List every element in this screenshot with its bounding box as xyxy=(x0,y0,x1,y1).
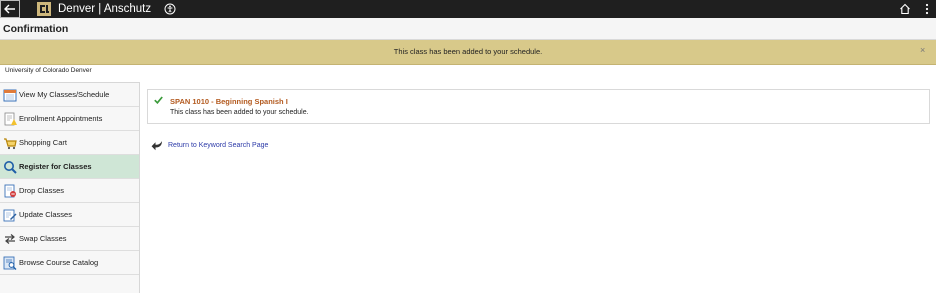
arrow-left-icon xyxy=(4,4,15,14)
sidebar-item-register-for-classes[interactable]: Register for Classes xyxy=(0,155,139,179)
banner-message: This class has been added to your schedu… xyxy=(393,47,543,56)
sidebar-item-label: Drop Classes xyxy=(19,186,65,195)
sidebar-item-browse-catalog[interactable]: Browse Course Catalog xyxy=(0,251,139,275)
sidebar-item-label: Enrollment Appointments xyxy=(19,114,103,123)
appointment-icon xyxy=(4,112,17,125)
confirmation-card: SPAN 1010 - Beginning Spanish I This cla… xyxy=(147,89,930,124)
drop-icon xyxy=(4,184,16,197)
catalog-icon xyxy=(3,256,17,270)
page-title: Confirmation xyxy=(3,23,69,35)
sidebar-item-shopping-cart[interactable]: Shopping Cart xyxy=(0,131,139,155)
search-icon xyxy=(4,160,17,174)
sidebar-item-label: Shopping Cart xyxy=(19,138,67,147)
sidebar: View My Classes/Schedule Enrollment Appo… xyxy=(0,82,140,293)
title-bar: Confirmation xyxy=(0,18,936,40)
cart-icon xyxy=(4,137,17,149)
course-status-message: This class has been added to your schedu… xyxy=(170,109,309,116)
edit-icon xyxy=(3,209,17,221)
sidebar-item-drop-classes[interactable]: Drop Classes xyxy=(0,179,139,203)
accessibility-icon[interactable] xyxy=(164,3,176,15)
confirmation-banner: This class has been added to your schedu… xyxy=(0,40,936,65)
sidebar-item-view-schedule[interactable]: View My Classes/Schedule xyxy=(0,83,139,107)
home-icon[interactable] xyxy=(899,3,911,15)
close-icon[interactable]: × xyxy=(920,45,925,55)
sidebar-item-update-classes[interactable]: Update Classes xyxy=(0,203,139,227)
return-arrow-icon xyxy=(151,141,162,151)
return-link-label[interactable]: Return to Keyword Search Page xyxy=(168,142,268,149)
return-to-search-link[interactable]: Return to Keyword Search Page xyxy=(151,140,268,151)
swap-icon xyxy=(5,233,15,244)
more-options-icon[interactable] xyxy=(925,3,929,15)
brand-name: Denver | Anschutz xyxy=(58,3,152,15)
course-title: SPAN 1010 - Beginning Spanish I xyxy=(170,97,288,106)
check-icon xyxy=(154,96,163,104)
sidebar-item-label: Browse Course Catalog xyxy=(19,258,99,267)
sidebar-item-label: Swap Classes xyxy=(19,234,67,243)
back-button[interactable] xyxy=(0,0,20,18)
cu-logo xyxy=(37,2,51,16)
top-bar: Denver | Anschutz xyxy=(0,0,936,18)
calendar-icon xyxy=(3,89,17,101)
sidebar-item-label: Update Classes xyxy=(19,210,72,219)
sidebar-item-label: View My Classes/Schedule xyxy=(19,90,110,99)
sidebar-item-swap-classes[interactable]: Swap Classes xyxy=(0,227,139,251)
sidebar-item-enrollment-appointments[interactable]: Enrollment Appointments xyxy=(0,107,139,131)
campus-label: University of Colorado Denver xyxy=(5,67,92,74)
sidebar-item-label: Register for Classes xyxy=(19,162,92,171)
